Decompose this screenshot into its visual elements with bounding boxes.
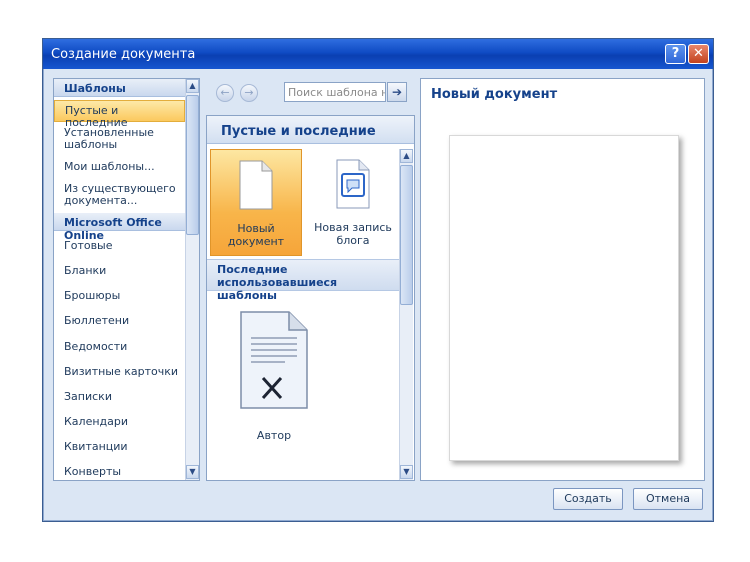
recent-template-author[interactable]: Автор <box>229 308 319 448</box>
help-button[interactable]: ? <box>665 44 686 64</box>
create-button[interactable]: Создать <box>553 488 623 510</box>
forward-arrow-icon[interactable]: → <box>240 84 258 102</box>
category-from-existing[interactable]: Из существующего документа... <box>54 183 185 207</box>
category-my-templates[interactable]: Мои шаблоны... <box>54 161 185 173</box>
office-online-section-header: Microsoft Office Online <box>54 213 185 242</box>
category-blank-and-recent[interactable]: Пустые и последние <box>54 100 185 129</box>
online-category-memos[interactable]: Записки <box>54 391 185 403</box>
template-document-icon <box>240 311 308 409</box>
gallery-heading: Пустые и последние <box>207 116 414 144</box>
online-category-statements[interactable]: Ведомости <box>54 341 185 353</box>
scroll-down-icon[interactable]: ▼ <box>400 465 413 479</box>
online-category-forms[interactable]: Бланки <box>54 265 185 277</box>
tile-label: Новый документ <box>227 222 285 248</box>
preview-page <box>449 135 679 461</box>
tile-new-document[interactable]: Новый документ <box>210 149 302 256</box>
blank-document-icon <box>239 160 273 210</box>
recent-templates-heading: Последние использовавшиеся шаблоны <box>207 259 399 302</box>
scroll-thumb[interactable] <box>400 165 413 305</box>
left-scrollbar[interactable]: ▲ ▼ <box>185 79 199 480</box>
templates-section-header: Шаблоны <box>54 79 185 97</box>
scroll-up-icon[interactable]: ▲ <box>186 79 199 93</box>
online-category-receipts[interactable]: Квитанции <box>54 441 185 453</box>
window-title: Создание документа <box>51 47 196 62</box>
gallery-scrollbar[interactable]: ▲ ▼ <box>399 149 413 480</box>
online-category-newsletters[interactable]: Бюллетени <box>54 315 185 327</box>
tile-label: Новая запись блога <box>314 221 392 247</box>
online-category-envelopes[interactable]: Конверты <box>54 466 185 478</box>
blog-post-icon <box>336 159 370 209</box>
scroll-thumb[interactable] <box>186 95 199 235</box>
template-categories-panel: Шаблоны Пустые и последние Установленные… <box>53 78 200 481</box>
online-category-calendars[interactable]: Календари <box>54 416 185 428</box>
template-search-input[interactable]: Поиск шаблона на <box>284 82 386 102</box>
tile-new-blog-post[interactable]: Новая запись блога <box>307 149 399 256</box>
templates-gallery: Пустые и последние Новый документ Новая … <box>206 115 415 481</box>
category-installed-templates[interactable]: Установленные шаблоны <box>54 127 185 151</box>
search-go-button[interactable]: ➔ <box>387 82 407 102</box>
close-button[interactable]: ✕ <box>688 44 709 64</box>
navigation-bar: ← → Поиск шаблона на ➔ <box>206 78 411 110</box>
new-document-dialog: Создание документа ? ✕ Шаблоны Пустые и … <box>42 38 714 522</box>
scroll-up-icon[interactable]: ▲ <box>400 149 413 163</box>
cancel-button[interactable]: Отмена <box>633 488 703 510</box>
online-category-business-cards[interactable]: Визитные карточки <box>54 366 185 378</box>
title-bar[interactable]: Создание документа ? ✕ <box>43 39 713 69</box>
scroll-down-icon[interactable]: ▼ <box>186 465 199 479</box>
online-category-brochures[interactable]: Брошюры <box>54 290 185 302</box>
online-category-ready[interactable]: Готовые <box>54 240 185 252</box>
preview-panel: Новый документ <box>420 78 705 481</box>
back-arrow-icon[interactable]: ← <box>216 84 234 102</box>
tile-label: Автор <box>256 429 292 442</box>
preview-title: Новый документ <box>431 87 558 102</box>
